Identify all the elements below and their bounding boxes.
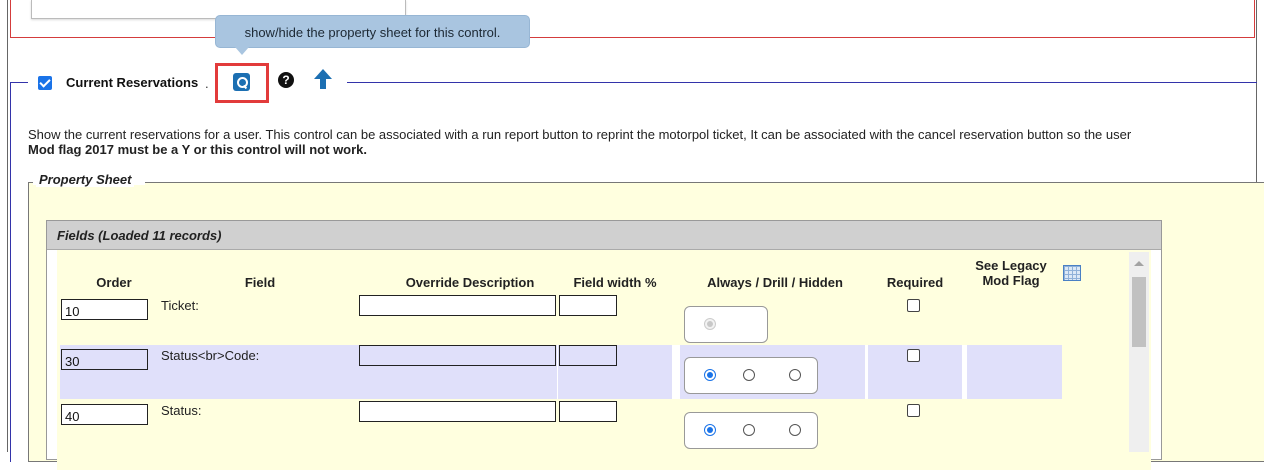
property-sheet-toggle-button[interactable] [215, 63, 269, 103]
column-header-visibility: Always / Drill / Hidden [707, 275, 843, 290]
magnifier-doc-icon [233, 73, 250, 91]
required-checkbox[interactable] [907, 349, 920, 362]
field-name: Status<br>Code: [161, 348, 260, 363]
tooltip: show/hide the property sheet for this co… [215, 15, 530, 48]
arrow-up-icon[interactable] [313, 68, 333, 90]
grid-settings-icon[interactable] [1063, 265, 1081, 281]
property-sheet-legend: Property Sheet [36, 172, 135, 187]
order-input[interactable] [61, 404, 148, 425]
cell-divider [962, 345, 967, 399]
required-checkbox[interactable] [907, 404, 920, 417]
column-header-order: Order [96, 275, 132, 290]
override-description-input[interactable] [359, 345, 556, 366]
scroll-up-arrow-icon[interactable] [1134, 261, 1144, 266]
radio-hidden[interactable] [789, 424, 801, 436]
field-width-input[interactable] [559, 295, 617, 316]
scroll-thumb[interactable] [1132, 277, 1146, 347]
cell-divider [672, 345, 680, 399]
field-name: Status: [161, 403, 202, 418]
column-header-width: Field width % [573, 275, 657, 290]
question-circle-icon[interactable]: ? [278, 72, 294, 88]
radio-drill[interactable] [743, 424, 755, 436]
radio-always[interactable] [704, 369, 716, 381]
tooltip-arrow [235, 47, 249, 55]
current-reservations-checkbox[interactable] [38, 76, 52, 90]
column-header-legacy: See Legacy Mod Flag [975, 258, 1047, 288]
fields-panel-title: Fields (Loaded 11 records) [47, 221, 1161, 250]
override-description-input[interactable] [359, 295, 556, 316]
radio-hidden[interactable] [789, 369, 801, 381]
required-checkbox[interactable] [907, 299, 920, 312]
fieldset-line-left [10, 82, 28, 83]
visibility-radio-group [684, 306, 768, 343]
radio-always[interactable] [704, 318, 716, 330]
column-header-required: Required [886, 275, 944, 290]
cell-divider [557, 345, 558, 399]
fieldset-line-right [347, 82, 1257, 83]
description-line-1: Show the current reservations for a user… [28, 127, 1132, 142]
previous-control-section [10, 0, 1255, 38]
field-width-input[interactable] [559, 401, 617, 422]
cell-divider [865, 345, 868, 399]
description-line-2: Mod flag 2017 must be a Y or this contro… [28, 142, 368, 157]
fields-panel: Fields (Loaded 11 records) [46, 220, 1162, 470]
override-description-input[interactable] [359, 401, 556, 422]
title-separator: . [205, 76, 209, 91]
order-input[interactable] [61, 349, 148, 370]
radio-always[interactable] [704, 424, 716, 436]
fields-scrollbar[interactable] [1129, 252, 1149, 452]
column-header-override: Override Description [405, 275, 535, 290]
visibility-radio-group [684, 412, 818, 449]
control-title: Current Reservations [66, 75, 199, 90]
column-header-field: Field [244, 275, 276, 290]
visibility-radio-group [684, 357, 818, 394]
radio-drill[interactable] [743, 369, 755, 381]
order-input[interactable] [61, 299, 148, 320]
field-width-input[interactable] [559, 345, 617, 366]
control-description: Show the current reservations for a user… [28, 127, 1258, 157]
field-name: Ticket: [161, 298, 199, 313]
